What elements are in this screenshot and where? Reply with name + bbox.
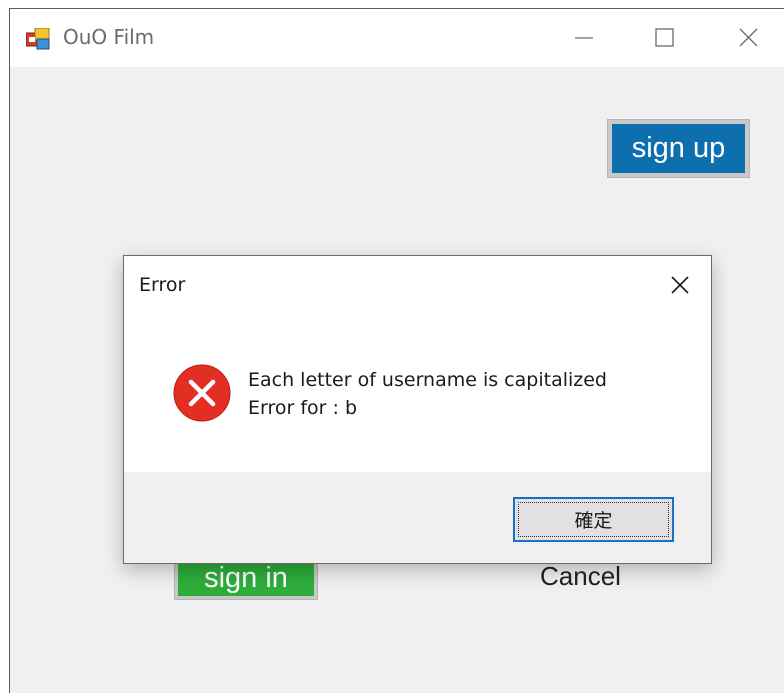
sign-up-label: sign up	[612, 124, 745, 173]
sign-in-label: sign in	[178, 561, 314, 596]
minimize-icon[interactable]	[566, 22, 602, 54]
sign-up-button[interactable]: sign up	[607, 119, 750, 178]
close-icon[interactable]	[730, 22, 766, 54]
message-line-2: Error for : b	[248, 397, 358, 419]
cancel-button[interactable]: Cancel	[540, 561, 621, 592]
maximize-icon[interactable]	[646, 22, 682, 54]
title-bar: OuO Film	[10, 9, 784, 67]
error-dialog: Error Each letter of username is capital…	[123, 255, 712, 564]
error-icon	[173, 364, 231, 422]
message-line-1: Each letter of username is capitalized	[248, 369, 607, 391]
dialog-message: Each letter of username is capitalized E…	[248, 366, 607, 422]
ok-button[interactable]: 確定	[513, 497, 674, 542]
dialog-title: Error	[139, 274, 186, 296]
window-title: OuO Film	[63, 25, 155, 49]
app-icon	[26, 28, 50, 50]
ok-button-label: 確定	[518, 502, 669, 537]
dialog-close-icon[interactable]	[662, 270, 698, 302]
